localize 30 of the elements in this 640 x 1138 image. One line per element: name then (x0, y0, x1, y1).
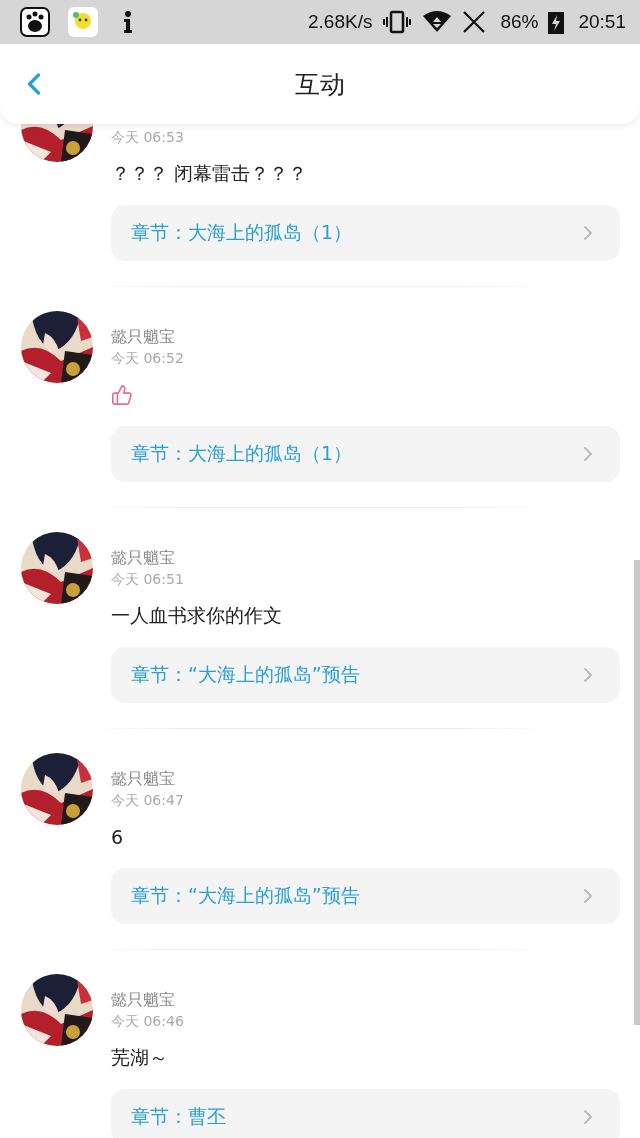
page-title: 互动 (295, 68, 345, 101)
thumbs-up-icon (111, 384, 133, 406)
paw-app-icon (20, 7, 50, 37)
no-signal-icon (462, 10, 487, 34)
clock: 20:51 (578, 11, 626, 33)
user-name: 懿只魈宝 (111, 547, 175, 569)
comment-text: 一人血书求你的作文 (111, 603, 282, 628)
comment-time: 今天 06:51 (111, 570, 184, 589)
app-icon (68, 7, 98, 37)
comment-time: 今天 06:52 (111, 349, 184, 368)
user-name: 懿只魈宝 (111, 989, 175, 1011)
network-speed: 2.68K/s (308, 11, 373, 33)
info-icon (122, 10, 134, 34)
user-name: 懿只魈宝 (111, 326, 175, 348)
comment-text: 芜湖～ (111, 1045, 168, 1070)
chapter-link[interactable]: 章节：“大海上的孤岛”预告 (111, 868, 620, 924)
user-name: 懿只魈宝 (111, 768, 175, 790)
chapter-link[interactable]: 章节：大海上的孤岛（1） (111, 426, 620, 482)
battery-percent: 86% (500, 11, 539, 33)
chapter-link[interactable]: 章节：大海上的孤岛（1） (111, 205, 620, 261)
comment-time: 今天 06:47 (111, 791, 184, 810)
battery-charging-icon (548, 10, 565, 34)
vibrate-icon (382, 10, 413, 34)
chapter-link[interactable]: 章节：“大海上的孤岛”预告 (111, 647, 620, 703)
wifi-icon (422, 10, 453, 34)
comment-time: 今天 06:46 (111, 1012, 184, 1031)
comment-text: 6 (111, 826, 124, 848)
comment-text: ？？？ 闭幕雷击？？？ (111, 161, 308, 186)
comment-time: 今天 06:53 (111, 128, 184, 147)
chapter-link[interactable]: 章节：曹丕 (111, 1089, 620, 1138)
